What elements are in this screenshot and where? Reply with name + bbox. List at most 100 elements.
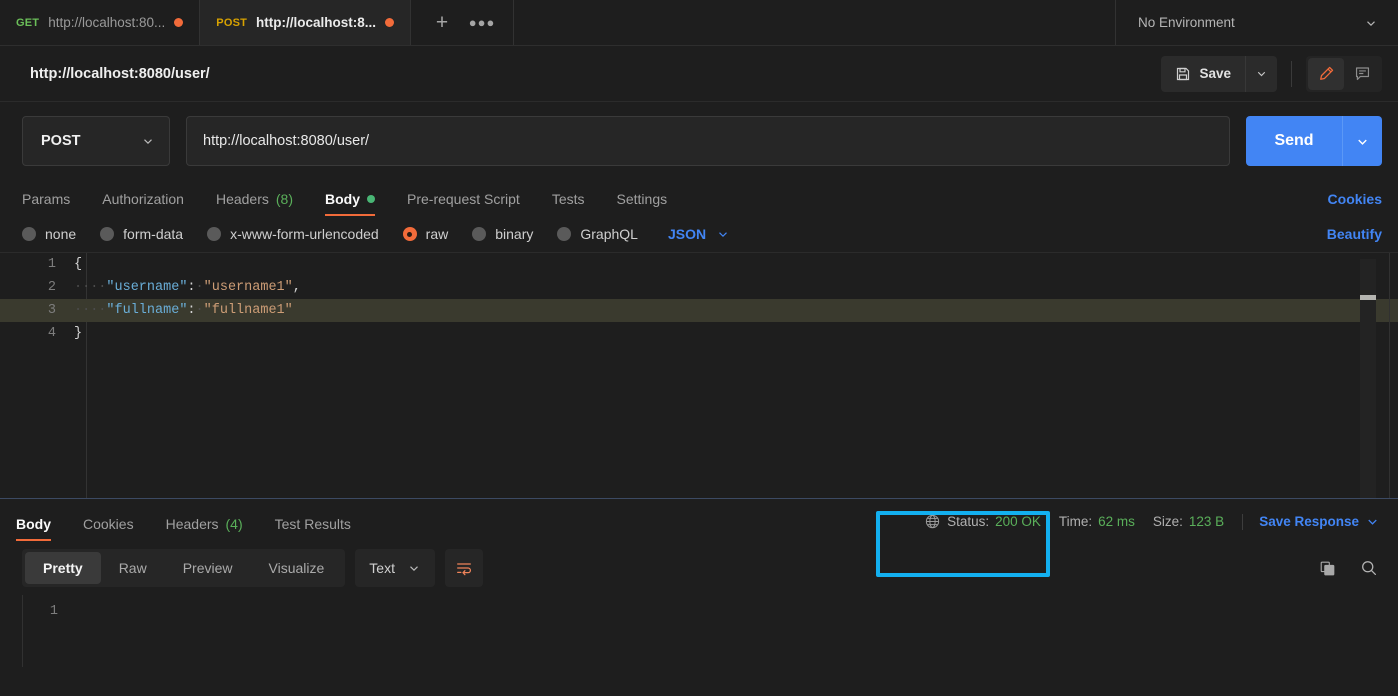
body-type-graphql[interactable]: GraphQL — [557, 226, 638, 242]
response-tab-headers[interactable]: Headers (4) — [150, 516, 259, 541]
unsaved-dot-icon — [174, 18, 184, 27]
copy-icon — [1319, 560, 1336, 577]
request-section-tabs: Params Authorization Headers (8) Body Pr… — [0, 180, 1398, 216]
line-content: ····"username":·"username1", — [74, 280, 301, 295]
response-section-tabs: Body Cookies Headers (4) Test Results St… — [0, 499, 1398, 541]
view-mode-pretty[interactable]: Pretty — [25, 552, 101, 584]
request-header-actions: Save — [1161, 55, 1382, 92]
line-content: ····"fullname":·"fullname1" — [74, 303, 293, 318]
body-type-raw[interactable]: raw — [402, 226, 449, 242]
globe-icon — [924, 513, 941, 530]
save-button[interactable]: Save — [1161, 55, 1245, 92]
body-type-form-data[interactable]: form-data — [100, 226, 183, 242]
body-present-dot-icon — [367, 195, 375, 203]
body-type-label: none — [45, 226, 77, 242]
pencil-icon — [1318, 65, 1335, 82]
send-button[interactable]: Send — [1246, 116, 1342, 166]
editor-line[interactable]: 4} — [0, 322, 1398, 345]
tab-params[interactable]: Params — [22, 191, 86, 216]
tab-name-label: http://localhost:8... — [256, 15, 377, 30]
url-input-value: http://localhost:8080/user/ — [203, 133, 370, 149]
tab-label: Tests — [551, 191, 585, 207]
response-tab-cookies[interactable]: Cookies — [67, 516, 150, 541]
headers-count-badge: (8) — [275, 191, 293, 207]
chevron-down-icon — [1255, 67, 1268, 80]
copy-button[interactable] — [1314, 555, 1340, 581]
new-tab-button[interactable]: + — [429, 10, 455, 36]
tab-authorization[interactable]: Authorization — [86, 191, 200, 216]
response-meta-bar: Status: 200 OK Time: 62 ms Size: 123 B S… — [924, 513, 1382, 541]
radio-icon — [472, 227, 487, 241]
response-headers-count-badge: (4) — [225, 516, 243, 532]
environment-selector[interactable]: No Environment — [1116, 0, 1398, 45]
line-number: 3 — [47, 303, 56, 318]
send-options-button[interactable] — [1342, 116, 1382, 166]
chevron-down-icon[interactable] — [1365, 514, 1380, 529]
request-tab-get[interactable]: GET http://localhost:80... — [0, 0, 201, 45]
response-tab-test-results[interactable]: Test Results — [259, 516, 367, 541]
tab-label: Body — [325, 191, 360, 207]
view-mode-toggle-group — [1306, 55, 1382, 92]
tab-settings[interactable]: Settings — [601, 191, 684, 216]
body-type-none[interactable]: none — [22, 226, 76, 242]
line-number: 1 — [49, 604, 58, 619]
edit-mode-button[interactable] — [1308, 57, 1344, 90]
time-badge: Time: 62 ms — [1059, 514, 1135, 529]
save-response-button[interactable]: Save Response — [1259, 514, 1359, 529]
tab-pre-request-script[interactable]: Pre-request Script — [391, 191, 536, 216]
tab-label: Headers — [215, 191, 269, 207]
response-tab-body[interactable]: Body — [16, 516, 67, 541]
comment-icon — [1354, 65, 1371, 82]
cookies-link[interactable]: Cookies — [1328, 191, 1382, 216]
tab-bar-actions: + ●●● — [411, 0, 515, 45]
line-number: 4 — [47, 326, 56, 341]
tab-label: Cookies — [83, 516, 134, 532]
search-button[interactable] — [1356, 555, 1382, 581]
body-format-select[interactable]: JSON — [668, 226, 730, 242]
scrollbar-thumb[interactable] — [1360, 295, 1376, 300]
tab-method-label: POST — [216, 16, 248, 29]
save-options-button[interactable] — [1245, 55, 1277, 92]
request-tab-post[interactable]: POST http://localhost:8... — [200, 0, 412, 45]
tab-body[interactable]: Body — [309, 191, 391, 216]
editor-right-rule — [1389, 253, 1390, 498]
editor-line[interactable]: 1{ — [0, 253, 1398, 276]
http-method-select[interactable]: POST — [22, 116, 170, 166]
editor-line[interactable]: 3 ····"fullname":·"fullname1" — [0, 299, 1398, 322]
size-label: Size: — [1152, 514, 1183, 529]
environment-label: No Environment — [1138, 15, 1235, 30]
http-method-value: POST — [41, 133, 81, 149]
view-mode-visualize[interactable]: Visualize — [251, 552, 343, 584]
ellipsis-icon[interactable]: ●●● — [469, 10, 495, 36]
beautify-link[interactable]: Beautify — [1327, 226, 1382, 242]
body-type-x-www-form-urlencoded[interactable]: x-www-form-urlencoded — [207, 226, 379, 242]
tab-headers[interactable]: Headers (8) — [200, 191, 309, 216]
response-format-select[interactable]: Text — [355, 549, 435, 587]
body-type-binary[interactable]: binary — [472, 226, 533, 242]
status-label: Status: — [947, 514, 990, 529]
comment-button[interactable] — [1344, 58, 1380, 90]
response-body-lines: 1 — [0, 595, 1398, 619]
editor-scrollbar[interactable] — [1360, 259, 1376, 498]
tab-method-label: GET — [16, 16, 40, 29]
tab-label: Params — [22, 191, 71, 207]
tab-tests[interactable]: Tests — [536, 191, 601, 216]
word-wrap-icon — [455, 559, 473, 577]
response-body-viewer[interactable]: 1 — [0, 595, 1398, 667]
url-input[interactable]: http://localhost:8080/user/ — [186, 116, 1230, 166]
editor-line[interactable]: 2 ····"username":·"username1", — [0, 276, 1398, 299]
word-wrap-button[interactable] — [444, 549, 483, 587]
response-toolbar-icons — [1314, 555, 1382, 581]
time-value: 62 ms — [1098, 514, 1135, 529]
save-response-label: Save Response — [1259, 514, 1359, 529]
editor-code-area[interactable]: 1{2 ····"username":·"username1", 3 ····"ful… — [0, 253, 1398, 498]
body-type-label: raw — [425, 226, 449, 242]
radio-icon-selected — [402, 227, 417, 241]
view-mode-preview[interactable]: Preview — [165, 552, 251, 584]
body-type-label: form-data — [123, 226, 184, 242]
body-type-label: GraphQL — [580, 226, 638, 242]
request-body-editor[interactable]: 1{2 ····"username":·"username1", 3 ····"ful… — [0, 252, 1398, 498]
view-mode-raw[interactable]: Raw — [101, 552, 165, 584]
tab-label: Pre-request Script — [407, 191, 520, 207]
radio-icon — [22, 227, 36, 241]
